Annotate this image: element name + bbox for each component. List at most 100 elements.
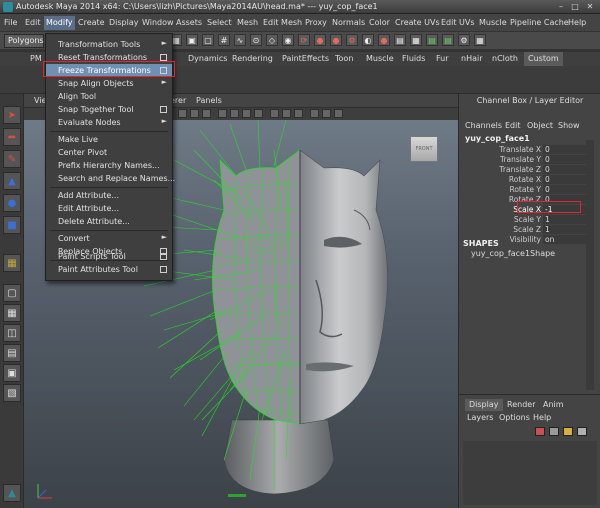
shelf-tab-toon[interactable]: Toon bbox=[335, 54, 353, 63]
shelf-tab-clipped[interactable]: PM bbox=[30, 54, 42, 63]
select-tool-icon[interactable]: ➤ bbox=[3, 106, 21, 124]
history-icon[interactable]: ⟳ bbox=[298, 34, 310, 46]
option-box-icon[interactable] bbox=[160, 253, 167, 260]
render-settings-icon[interactable]: ⚙ bbox=[346, 34, 358, 46]
option-box-icon[interactable] bbox=[160, 106, 167, 113]
channel-box-menu-channels[interactable]: Channels bbox=[465, 121, 502, 130]
wireframe-shading-icon[interactable] bbox=[218, 109, 227, 118]
layer-menu-help[interactable]: Help bbox=[533, 413, 551, 422]
shelf-tab-rendering[interactable]: Rendering bbox=[232, 54, 273, 63]
menu-mesh[interactable]: Mesh bbox=[237, 18, 258, 27]
menu-normals[interactable]: Normals bbox=[332, 18, 365, 27]
menu-create[interactable]: Create bbox=[78, 18, 105, 27]
textured-shading-icon[interactable] bbox=[242, 109, 251, 118]
modeling-toolkit-icon[interactable]: ▦ bbox=[474, 34, 486, 46]
scale-tool-icon[interactable]: ■ bbox=[3, 216, 21, 234]
option-box-icon[interactable] bbox=[160, 54, 167, 61]
layer-settings-icon[interactable] bbox=[563, 427, 573, 436]
option-box-icon[interactable] bbox=[160, 266, 167, 273]
shelf-tab-fluids[interactable]: Fluids bbox=[402, 54, 425, 63]
single-perspective-layout-icon[interactable]: ▢ bbox=[3, 284, 21, 302]
layer-list[interactable] bbox=[463, 441, 597, 505]
new-layer-icon[interactable] bbox=[535, 427, 545, 436]
channel-box-menu-show[interactable]: Show bbox=[558, 121, 580, 130]
menu-display[interactable]: Display bbox=[109, 18, 139, 27]
attribute-editor-toggle-icon[interactable]: ▤ bbox=[426, 34, 438, 46]
snap-plane-icon[interactable]: ◇ bbox=[266, 34, 278, 46]
last-tool-icon[interactable]: ▦ bbox=[3, 254, 21, 272]
menu-color[interactable]: Color bbox=[369, 18, 390, 27]
snap-grid-icon[interactable]: # bbox=[218, 34, 230, 46]
hypershade-icon[interactable]: ◐ bbox=[362, 34, 374, 46]
menu-file[interactable]: File bbox=[4, 18, 17, 27]
menu-item-add-attribute[interactable]: Add Attribute... bbox=[46, 189, 172, 202]
menu-muscle[interactable]: Muscle bbox=[479, 18, 507, 27]
film-gate-icon[interactable] bbox=[334, 109, 343, 118]
layer-menu-options[interactable]: Options bbox=[499, 413, 530, 422]
render-view-icon[interactable]: ● bbox=[378, 34, 390, 46]
hypershade-layout-icon[interactable]: ▣ bbox=[3, 364, 21, 382]
shape-node-name[interactable]: yuy_cop_face1Shape bbox=[471, 249, 555, 258]
menu-item-paint-scripts-tool[interactable]: Paint Scripts Tool bbox=[46, 250, 172, 263]
attr-rotate-y[interactable]: Rotate Y0 bbox=[459, 185, 593, 195]
tool-settings-toggle-icon[interactable]: ⚙ bbox=[458, 34, 470, 46]
menu-item-paint-attributes-tool[interactable]: Paint Attributes Tool bbox=[46, 263, 172, 276]
persp-outliner-layout-icon[interactable]: ◫ bbox=[3, 324, 21, 342]
four-view-layout-icon[interactable]: ▦ bbox=[3, 304, 21, 322]
viewcube-front[interactable]: FRONT bbox=[410, 136, 438, 162]
menu-item-align-tool[interactable]: Align Tool bbox=[46, 90, 172, 103]
shadows-icon[interactable] bbox=[270, 109, 279, 118]
shelf-tab-dynamics[interactable]: Dynamics bbox=[188, 54, 227, 63]
isolate-select-icon[interactable] bbox=[282, 109, 291, 118]
attr-translate-z[interactable]: Translate Z0 bbox=[459, 165, 593, 175]
menu-create-uvs[interactable]: Create UVs bbox=[395, 18, 440, 27]
menu-edit-mesh[interactable]: Edit Mesh bbox=[263, 18, 302, 27]
gate-mask-icon[interactable] bbox=[322, 109, 331, 118]
outliner-layout-icon[interactable]: ▧ bbox=[3, 384, 21, 402]
channel-box-menu-edit[interactable]: Edit bbox=[505, 121, 521, 130]
attr-translate-y[interactable]: Translate Y0 bbox=[459, 155, 593, 165]
lasso-tool-icon[interactable]: ➦ bbox=[3, 128, 21, 146]
layer-tab-display[interactable]: Display bbox=[465, 399, 503, 411]
menu-select[interactable]: Select bbox=[207, 18, 232, 27]
panel-panels-menu[interactable]: Panels bbox=[196, 96, 222, 105]
menu-modify[interactable]: Modify bbox=[44, 16, 75, 30]
maximize-button[interactable]: □ bbox=[570, 2, 580, 11]
layer-menu-layers[interactable]: Layers bbox=[467, 413, 493, 422]
camera-icon[interactable] bbox=[178, 109, 187, 118]
menu-item-snap-together-tool[interactable]: Snap Together Tool bbox=[46, 103, 172, 116]
menu-item-delete-attribute[interactable]: Delete Attribute... bbox=[46, 215, 172, 228]
smooth-shading-icon[interactable] bbox=[230, 109, 239, 118]
attr-translate-x[interactable]: Translate X0 bbox=[459, 145, 593, 155]
snap-curve-icon[interactable]: ∿ bbox=[234, 34, 246, 46]
shelf-tab-custom[interactable]: Custom bbox=[524, 52, 563, 66]
menu-item-prefix-hierarchy-names[interactable]: Prefix Hierarchy Names... bbox=[46, 159, 172, 172]
ipr-render-icon[interactable]: ● bbox=[330, 34, 342, 46]
menu-item-search-replace-names[interactable]: Search and Replace Names... bbox=[46, 172, 175, 185]
render-icon[interactable]: ● bbox=[314, 34, 326, 46]
menu-window[interactable]: Window bbox=[142, 18, 174, 27]
select-by-component-icon[interactable]: ▢ bbox=[202, 34, 214, 46]
shelf-tab-muscle[interactable]: Muscle bbox=[366, 54, 394, 63]
attr-scale-y[interactable]: Scale Y1 bbox=[459, 215, 593, 225]
channel-box-menu-object[interactable]: Object bbox=[527, 121, 553, 130]
minimize-button[interactable]: – bbox=[556, 2, 566, 11]
menu-edit[interactable]: Edit bbox=[25, 18, 41, 27]
menu-item-center-pivot[interactable]: Center Pivot bbox=[46, 146, 172, 159]
lighting-icon[interactable] bbox=[254, 109, 263, 118]
layer-tab-anim[interactable]: Anim bbox=[539, 399, 568, 411]
menu-edit-uvs[interactable]: Edit UVs bbox=[441, 18, 475, 27]
menu-item-transformation-tools[interactable]: Transformation Tools ► bbox=[46, 38, 172, 51]
menu-assets[interactable]: Assets bbox=[176, 18, 202, 27]
attr-rotate-x[interactable]: Rotate X0 bbox=[459, 175, 593, 185]
menu-pipeline-cache[interactable]: Pipeline Cache bbox=[510, 18, 569, 27]
paint-select-tool-icon[interactable]: ✎ bbox=[3, 150, 21, 168]
new-layer-selected-icon[interactable] bbox=[549, 427, 559, 436]
shelf-tab-painteffects[interactable]: PaintEffects bbox=[282, 54, 329, 63]
xray-icon[interactable] bbox=[294, 109, 303, 118]
menu-item-snap-align-objects[interactable]: Snap Align Objects ► bbox=[46, 77, 172, 90]
menu-proxy[interactable]: Proxy bbox=[305, 18, 327, 27]
image-plane-icon[interactable] bbox=[202, 109, 211, 118]
workspace-icon[interactable]: ▲ bbox=[3, 484, 21, 502]
bookmark-icon[interactable] bbox=[190, 109, 199, 118]
